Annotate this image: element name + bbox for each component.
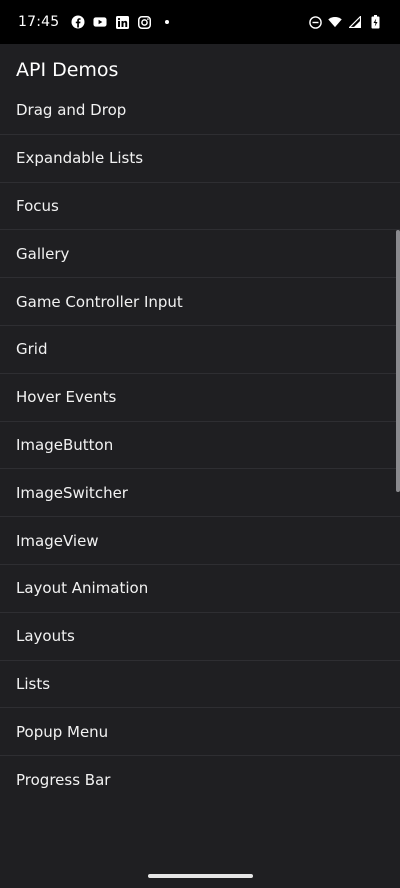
list-item-expandable-lists[interactable]: Expandable Lists [0, 135, 400, 183]
gesture-nav-bar[interactable] [148, 874, 253, 878]
facebook-icon [71, 15, 85, 29]
do-not-disturb-icon [308, 15, 322, 29]
list-item-game-controller-input[interactable]: Game Controller Input [0, 278, 400, 326]
list-item-hover-events[interactable]: Hover Events [0, 374, 400, 422]
list-item-layout-animation[interactable]: Layout Animation [0, 565, 400, 613]
status-time: 17:45 [18, 14, 60, 30]
cell-signal-icon [348, 15, 362, 29]
list-item-imageview[interactable]: ImageView [0, 517, 400, 565]
youtube-icon [93, 15, 107, 29]
system-icons [308, 15, 382, 29]
linkedin-icon [115, 15, 129, 29]
battery-charging-icon [368, 15, 382, 29]
list-item-drag-and-drop[interactable]: Drag and Drop [0, 87, 400, 135]
scrollbar-thumb[interactable] [396, 230, 400, 492]
list-item-lists[interactable]: Lists [0, 661, 400, 709]
notification-icons [71, 15, 170, 29]
list-item-progress-bar[interactable]: Progress Bar [0, 756, 400, 804]
instagram-icon [137, 15, 151, 29]
status-bar: 17:45 [0, 0, 400, 44]
list-item-imagebutton[interactable]: ImageButton [0, 422, 400, 470]
demo-list: Drag and Drop Expandable Lists Focus Gal… [0, 87, 400, 804]
list-item-layouts[interactable]: Layouts [0, 613, 400, 661]
list-item-gallery[interactable]: Gallery [0, 230, 400, 279]
list-item-popup-menu[interactable]: Popup Menu [0, 708, 400, 757]
list-item-grid[interactable]: Grid [0, 326, 400, 374]
screen: 17:45 API Demos Drag and Drop Expandable… [0, 0, 400, 888]
app-title: API Demos [16, 59, 119, 81]
notification-dot [165, 20, 170, 24]
list-item-focus[interactable]: Focus [0, 183, 400, 231]
list-item-imageswitcher[interactable]: ImageSwitcher [0, 469, 400, 518]
wifi-icon [328, 15, 342, 29]
